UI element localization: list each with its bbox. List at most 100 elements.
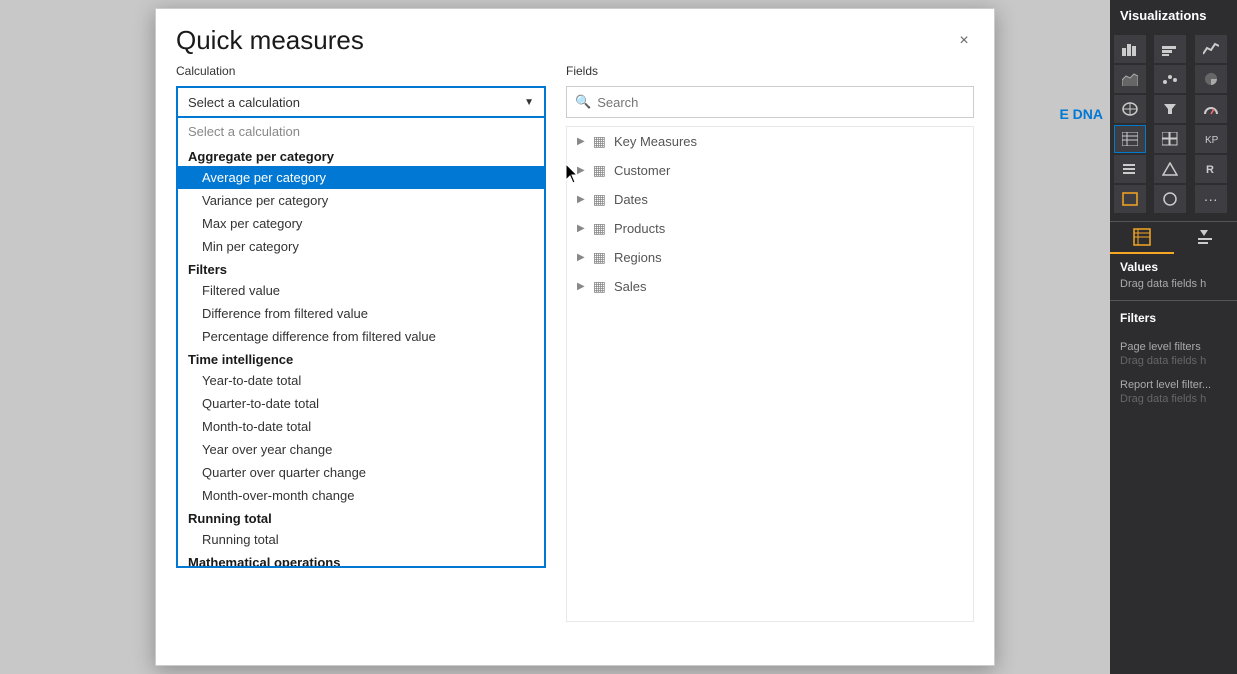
dropdown-group-math: Mathematical operations — [178, 551, 544, 568]
field-item-products[interactable]: ▶ ▦ Products — [567, 214, 973, 243]
dropdown-group-filters: Filters — [178, 258, 544, 279]
dialog-title: Quick measures — [176, 25, 364, 56]
panel-divider-1 — [1110, 300, 1237, 301]
dropdown-item-min[interactable]: Min per category — [178, 235, 544, 258]
field-name-products: Products — [614, 221, 665, 236]
expand-icon-regions: ▶ — [577, 252, 585, 263]
fields-label: Fields — [566, 64, 974, 78]
field-item-customer[interactable]: ▶ ▦ Customer — [567, 156, 973, 185]
search-box[interactable]: 🔍 — [566, 86, 974, 118]
table-icon-dates: ▦ — [593, 191, 606, 208]
dropdown-group-aggregate: Aggregate per category — [178, 145, 544, 166]
dialog-header: Quick measures × — [156, 9, 994, 64]
filters-section: Filters — [1110, 305, 1237, 335]
viz-icon-matrix[interactable] — [1154, 125, 1186, 153]
dropdown-selected-text: Select a calculation — [188, 95, 300, 110]
table-icon-sales: ▦ — [593, 278, 606, 295]
expand-icon-key-measures: ▶ — [577, 136, 585, 147]
field-item-dates[interactable]: ▶ ▦ Dates — [567, 185, 973, 214]
table-icon-customer: ▦ — [593, 162, 606, 179]
page-filters-hint: Drag data fields h — [1120, 355, 1227, 367]
expand-icon-customer: ▶ — [577, 165, 585, 176]
values-section: Values Drag data fields h — [1110, 254, 1237, 296]
field-item-sales[interactable]: ▶ ▦ Sales — [567, 272, 973, 301]
viz-icon-table[interactable] — [1114, 125, 1146, 153]
viz-icons-grid: KPI R ··· — [1110, 31, 1237, 217]
svg-text:R: R — [1206, 164, 1214, 176]
field-name-dates: Dates — [614, 192, 648, 207]
field-list: ▶ ▦ Key Measures ▶ ▦ Customer ▶ ▦ Dates … — [566, 126, 974, 622]
viz-icon-line[interactable] — [1195, 35, 1227, 63]
field-item-regions[interactable]: ▶ ▦ Regions — [567, 243, 973, 272]
table-icon-key-measures: ▦ — [593, 133, 606, 150]
viz-icon-r[interactable]: R — [1195, 155, 1227, 183]
calculation-section: Calculation Select a calculation ▼ Selec… — [176, 64, 546, 640]
viz-icon-bar[interactable] — [1114, 35, 1146, 63]
expand-icon-sales: ▶ — [577, 281, 585, 292]
field-name-key-measures: Key Measures — [614, 134, 697, 149]
quick-measures-dialog: Quick measures × Calculation Select a ca… — [155, 8, 995, 666]
dropdown-group-running: Running total — [178, 507, 544, 528]
calculation-label: Calculation — [176, 64, 546, 78]
close-button[interactable]: × — [954, 31, 974, 51]
viz-icon-custom1[interactable] — [1114, 185, 1146, 213]
dropdown-item-variance[interactable]: Variance per category — [178, 189, 544, 212]
right-panel: Visualizations — [1110, 0, 1237, 674]
viz-icon-area[interactable] — [1114, 65, 1146, 93]
dropdown-group-time: Time intelligence — [178, 348, 544, 369]
fields-section: Fields 🔍 ▶ ▦ Key Measures ▶ ▦ Customer — [566, 64, 974, 640]
dropdown-item-average[interactable]: Average per category — [178, 166, 544, 189]
report-filters-hint: Drag data fields h — [1120, 393, 1227, 405]
dropdown-item-qoq[interactable]: Quarter over quarter change — [178, 461, 544, 484]
dropdown-item-diff-filtered[interactable]: Difference from filtered value — [178, 302, 544, 325]
field-name-sales: Sales — [614, 279, 647, 294]
dropdown-item-max[interactable]: Max per category — [178, 212, 544, 235]
dropdown-item-mom[interactable]: Month-over-month change — [178, 484, 544, 507]
page-filters-section: Page level filters Drag data fields h — [1110, 335, 1237, 373]
viz-icon-more[interactable]: ··· — [1195, 185, 1227, 213]
dropdown-item-qtd[interactable]: Quarter-to-date total — [178, 392, 544, 415]
dropdown-item-ytd[interactable]: Year-to-date total — [178, 369, 544, 392]
field-name-regions: Regions — [614, 250, 662, 265]
dropdown-item-running-total[interactable]: Running total — [178, 528, 544, 551]
viz-icon-globe[interactable] — [1154, 185, 1186, 213]
dropdown-placeholder-item[interactable]: Select a calculation — [178, 118, 544, 145]
values-hint: Drag data fields h — [1120, 278, 1227, 290]
dropdown-item-filtered-value[interactable]: Filtered value — [178, 279, 544, 302]
calculation-dropdown-trigger[interactable]: Select a calculation ▼ — [176, 86, 546, 118]
viz-icon-kpi[interactable]: KPI — [1195, 125, 1227, 153]
table-icon-regions: ▦ — [593, 249, 606, 266]
filters-title: Filters — [1120, 311, 1227, 325]
dropdown-arrow-icon: ▼ — [524, 97, 534, 108]
viz-tab-fields[interactable] — [1110, 222, 1174, 254]
search-icon: 🔍 — [575, 94, 591, 110]
dna-label: E DNA — [1059, 106, 1103, 122]
viz-icon-shape[interactable] — [1154, 155, 1186, 183]
dropdown-item-yoy[interactable]: Year over year change — [178, 438, 544, 461]
viz-icon-pie[interactable] — [1195, 65, 1227, 93]
dialog-body: Calculation Select a calculation ▼ Selec… — [156, 64, 994, 640]
report-filters-label: Report level filter... — [1120, 379, 1227, 391]
calculation-dropdown-list[interactable]: Select a calculation Aggregate per categ… — [176, 118, 546, 568]
viz-icon-scatter[interactable] — [1154, 65, 1186, 93]
visualizations-title: Visualizations — [1110, 0, 1237, 31]
table-icon-products: ▦ — [593, 220, 606, 237]
search-input[interactable] — [597, 95, 965, 110]
viz-tab-format[interactable] — [1174, 222, 1237, 254]
viz-icon-funnel[interactable] — [1154, 95, 1186, 123]
svg-text:KPI: KPI — [1205, 135, 1219, 146]
field-name-customer: Customer — [614, 163, 670, 178]
viz-tabs — [1110, 221, 1237, 254]
report-filters-section: Report level filter... Drag data fields … — [1110, 373, 1237, 411]
expand-icon-products: ▶ — [577, 223, 585, 234]
expand-icon-dates: ▶ — [577, 194, 585, 205]
viz-icon-slicer[interactable] — [1114, 155, 1146, 183]
field-item-key-measures[interactable]: ▶ ▦ Key Measures — [567, 127, 973, 156]
values-title: Values — [1120, 260, 1227, 274]
viz-icon-map[interactable] — [1114, 95, 1146, 123]
viz-icon-gauge[interactable] — [1195, 95, 1227, 123]
dropdown-item-pct-diff-filtered[interactable]: Percentage difference from filtered valu… — [178, 325, 544, 348]
viz-icon-column[interactable] — [1154, 35, 1186, 63]
dropdown-item-mtd[interactable]: Month-to-date total — [178, 415, 544, 438]
page-filters-label: Page level filters — [1120, 341, 1227, 353]
